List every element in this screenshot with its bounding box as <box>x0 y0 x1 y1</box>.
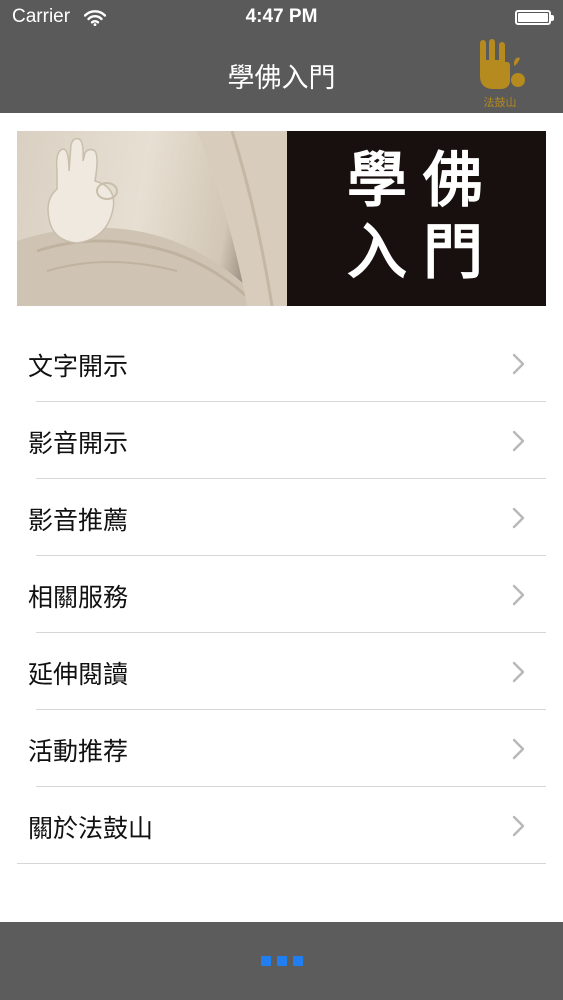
page-dot <box>276 956 287 966</box>
menu-item-label: 相關服務 <box>28 583 129 612</box>
menu-item-label: 延伸閱讀 <box>28 660 129 689</box>
chevron-right-icon <box>512 353 525 379</box>
app-screen: Carrier 4:47 PM 學佛入門 法鼓山 學佛入門 文字開示 影音開示 … <box>0 0 563 1000</box>
page-dot <box>292 956 303 966</box>
menu-item-label: 文字開示 <box>28 352 129 381</box>
chevron-right-icon <box>512 430 525 456</box>
menu-item-label: 影音開示 <box>28 429 129 458</box>
battery-icon <box>515 10 554 25</box>
status-time: 4:47 PM <box>245 6 318 27</box>
menu-item-events[interactable]: 活動推荐 <box>0 710 563 787</box>
menu-item-about[interactable]: 關於法鼓山 <box>0 787 563 864</box>
chevron-right-icon <box>512 661 525 687</box>
menu-list: 文字開示 影音開示 影音推薦 相關服務 延伸閱讀 活動推荐 關於法鼓山 <box>0 325 563 864</box>
bottom-bar <box>0 922 563 1000</box>
page-indicator[interactable] <box>0 956 563 966</box>
menu-item-label: 影音推薦 <box>28 506 129 535</box>
buddha-hand-image <box>17 131 287 306</box>
menu-item-video-teachings[interactable]: 影音開示 <box>0 402 563 479</box>
chevron-right-icon <box>512 507 525 533</box>
menu-item-related-services[interactable]: 相關服務 <box>0 556 563 633</box>
page-dot <box>260 956 271 966</box>
dharma-drum-logo[interactable]: 法鼓山 <box>470 36 530 112</box>
menu-item-video-recommendations[interactable]: 影音推薦 <box>0 479 563 556</box>
chevron-right-icon <box>512 584 525 610</box>
menu-item-text-teachings[interactable]: 文字開示 <box>0 325 563 402</box>
svg-text:法鼓山: 法鼓山 <box>484 95 517 109</box>
chevron-right-icon <box>512 815 525 841</box>
top-bar: Carrier 4:47 PM 學佛入門 法鼓山 <box>0 0 563 113</box>
menu-item-further-reading[interactable]: 延伸閱讀 <box>0 633 563 710</box>
chevron-right-icon <box>512 738 525 764</box>
banner-title: 學佛入門 <box>347 146 499 288</box>
menu-item-label: 關於法鼓山 <box>28 814 154 843</box>
banner: 學佛入門 <box>17 131 546 306</box>
menu-item-label: 活動推荐 <box>28 737 129 766</box>
